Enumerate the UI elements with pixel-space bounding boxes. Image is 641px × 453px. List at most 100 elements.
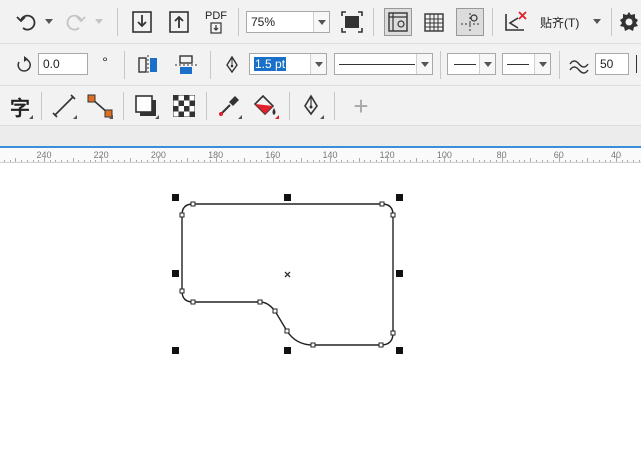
connector-tool[interactable]: [86, 92, 114, 120]
publish-pdf-button[interactable]: PDF: [200, 8, 232, 36]
ruler-tick: [261, 160, 263, 162]
node-handle[interactable]: [190, 201, 196, 207]
drawing-canvas[interactable]: [0, 163, 641, 453]
node-handle[interactable]: [272, 308, 278, 314]
ruler-tick: [518, 160, 520, 162]
outline-pen-tool[interactable]: [297, 92, 325, 120]
ruler-tick: [21, 160, 23, 162]
ruler-tick: [324, 160, 326, 162]
resize-handle-bottom[interactable]: [284, 347, 291, 354]
export-button[interactable]: [165, 8, 193, 36]
resize-handle-top-right[interactable]: [396, 194, 403, 201]
line-style-selector[interactable]: [334, 53, 433, 75]
node-handle[interactable]: [390, 330, 396, 336]
ruler-tick: [204, 160, 206, 162]
ruler-tick: [341, 160, 343, 162]
ruler-tick: [330, 156, 331, 162]
add-tool-button[interactable]: +: [347, 92, 375, 120]
node-handle[interactable]: [378, 342, 384, 348]
show-grid-toggle[interactable]: [420, 8, 448, 36]
redo-button[interactable]: [62, 8, 90, 36]
options-button[interactable]: [615, 8, 641, 36]
ruler-tick: [44, 156, 45, 162]
center-marker-icon[interactable]: [284, 271, 291, 278]
node-handle[interactable]: [179, 212, 185, 218]
ruler-tick: [135, 160, 137, 162]
smoothing-input[interactable]: 50: [595, 53, 629, 75]
rotation-unit: °: [98, 54, 112, 70]
ruler-tick: [312, 160, 314, 162]
ruler-tick: [450, 160, 452, 162]
import-icon: [132, 11, 152, 33]
node-handle[interactable]: [284, 328, 290, 334]
node-handle[interactable]: [310, 342, 316, 348]
node-handle[interactable]: [390, 212, 396, 218]
transparency-tool[interactable]: [170, 92, 198, 120]
ruler-tick: [547, 160, 549, 162]
mirror-horizontal-button[interactable]: [134, 51, 162, 79]
dimension-tool[interactable]: [50, 92, 78, 120]
start-arrowhead-selector[interactable]: [447, 53, 496, 75]
end-arrowhead-preview: [507, 63, 529, 65]
show-rulers-toggle[interactable]: [384, 8, 412, 36]
interactive-fill-tool[interactable]: [252, 92, 280, 120]
outline-width-combo[interactable]: 1.5 pt: [249, 53, 327, 75]
flyout-indicator: [238, 115, 242, 119]
ruler-tick: [61, 160, 63, 162]
separator: [124, 51, 125, 79]
separator: [210, 51, 211, 79]
import-button[interactable]: [128, 8, 156, 36]
ruler-tick: [638, 160, 640, 162]
drop-shadow-tool[interactable]: [132, 92, 160, 120]
line-style-dropdown[interactable]: [416, 54, 432, 74]
separator: [123, 92, 124, 120]
standard-toolbar: PDF 75% 贴齐(T): [0, 0, 641, 44]
node-handle[interactable]: [190, 299, 196, 305]
node-handle[interactable]: [379, 201, 385, 207]
degree-label: °: [102, 54, 108, 70]
show-guidelines-toggle[interactable]: [456, 8, 484, 36]
end-arrowhead-selector[interactable]: [502, 53, 551, 75]
ruler-tick: [49, 160, 51, 162]
undo-dropdown[interactable]: [44, 16, 54, 26]
resize-handle-bottom-left[interactable]: [172, 347, 179, 354]
color-eyedropper-tool[interactable]: [215, 92, 243, 120]
ruler-tick: [490, 160, 492, 162]
ruler-tick: [295, 160, 297, 162]
zoom-dropdown[interactable]: [313, 12, 329, 32]
resize-handle-bottom-right[interactable]: [396, 347, 403, 354]
resize-handle-top[interactable]: [284, 194, 291, 201]
text-tool[interactable]: 字: [6, 92, 34, 120]
node-handle[interactable]: [179, 288, 185, 294]
ruler-tick: [610, 160, 612, 162]
snap-to-menu[interactable]: 贴齐(T): [540, 14, 579, 30]
outline-width-dropdown[interactable]: [310, 54, 326, 74]
end-arrowhead-dropdown[interactable]: [534, 54, 550, 74]
horizontal-ruler[interactable]: 240 220 200 180 160 140 120 100 80 60 40: [0, 146, 641, 163]
start-arrowhead-dropdown[interactable]: [479, 54, 495, 74]
node-handle[interactable]: [257, 299, 263, 305]
full-screen-preview-button[interactable]: [338, 8, 366, 36]
ruler-tick: [129, 158, 131, 162]
ruler-tick: [347, 160, 349, 162]
ruler-tick: [164, 160, 166, 162]
zoom-level-combo[interactable]: 75%: [246, 11, 330, 33]
ruler-tick: [209, 160, 211, 162]
mirror-vertical-button[interactable]: [172, 51, 200, 79]
resize-handle-top-left[interactable]: [172, 194, 179, 201]
rotation-angle-input[interactable]: 0.0: [38, 53, 88, 75]
smoothing-slider[interactable]: [631, 53, 641, 75]
ruler-tick: [89, 160, 91, 162]
ruler-tick: [404, 160, 406, 162]
snap-to-dropdown[interactable]: [592, 16, 602, 26]
snap-off-button[interactable]: [501, 8, 529, 36]
plus-icon: +: [353, 91, 369, 121]
resize-handle-left[interactable]: [172, 270, 179, 277]
ruler-tick: [501, 156, 503, 162]
chevron-down-icon: [45, 18, 53, 24]
text-tool-icon: 字: [10, 97, 30, 120]
resize-handle-right[interactable]: [396, 270, 403, 277]
undo-button[interactable]: [12, 8, 40, 36]
redo-dropdown[interactable]: [94, 16, 104, 26]
chevron-down-icon: [593, 18, 601, 24]
